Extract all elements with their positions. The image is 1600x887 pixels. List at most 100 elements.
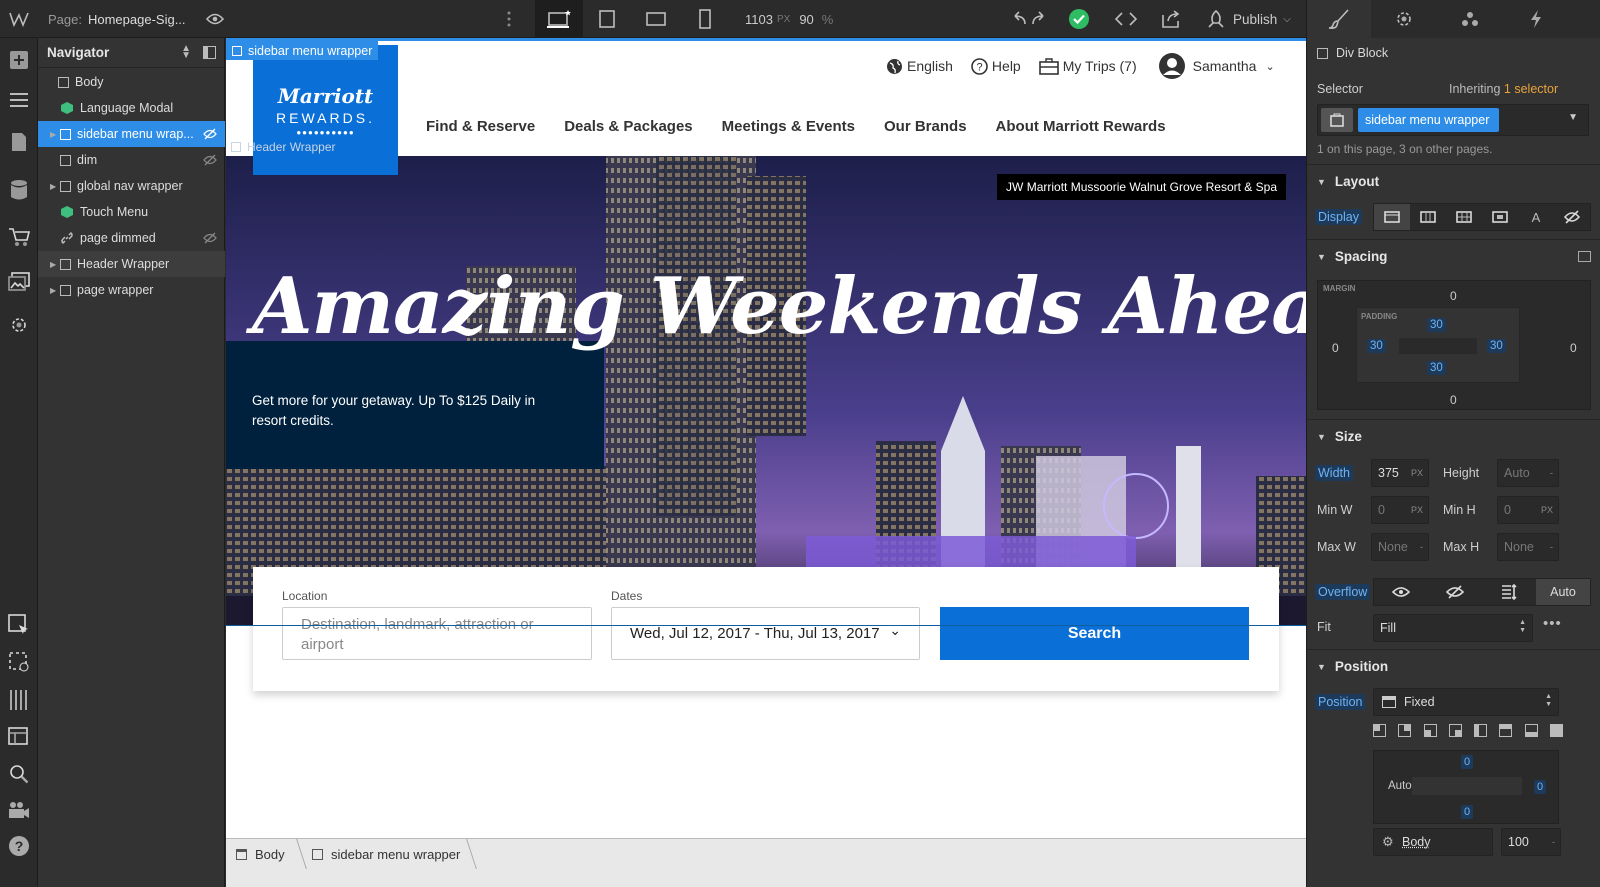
select-tool-icon[interactable]: [7, 613, 31, 637]
language-link[interactable]: English: [907, 58, 953, 74]
display-inline-icon[interactable]: A: [1518, 204, 1554, 230]
offset-top-value[interactable]: 0: [1461, 755, 1474, 769]
search-button[interactable]: Search: [940, 607, 1249, 660]
padding-top-value[interactable]: 30: [1427, 318, 1446, 332]
padding-left-value[interactable]: 30: [1367, 339, 1386, 353]
more-options-icon[interactable]: •••: [1543, 615, 1562, 632]
navigator-item[interactable]: ▶ sidebar menu wrap...: [38, 121, 225, 147]
overflow-hidden-icon[interactable]: [1428, 579, 1482, 605]
dock-panel-icon[interactable]: [203, 46, 216, 59]
breakpoint-tablet-icon[interactable]: [583, 0, 631, 38]
margin-top-value[interactable]: 0: [1450, 289, 1457, 303]
hidden-eye-icon[interactable]: [203, 127, 217, 141]
preview-eye-icon[interactable]: [198, 0, 232, 38]
offset-right-value[interactable]: 0: [1534, 780, 1547, 794]
ecommerce-cart-icon[interactable]: [7, 225, 31, 249]
expand-arrow-icon[interactable]: ▶: [50, 260, 60, 269]
margin-left-value[interactable]: 0: [1332, 341, 1339, 355]
navigator-item[interactable]: ▶ page wrapper: [38, 277, 225, 303]
publish-button[interactable]: Publish ⌵: [1198, 0, 1304, 38]
my-trips-link[interactable]: My Trips (7): [1063, 58, 1137, 74]
max-height-field[interactable]: None -: [1497, 533, 1559, 561]
zindex-field[interactable]: 100 -: [1501, 828, 1561, 856]
inheriting-count[interactable]: 1 selector: [1504, 82, 1558, 96]
style-brush-icon[interactable]: [1307, 0, 1371, 38]
expand-arrow-icon[interactable]: ▶: [50, 286, 60, 295]
position-preset-icon[interactable]: [1373, 724, 1386, 737]
position-preset-icon[interactable]: [1398, 724, 1412, 737]
navigator-item[interactable]: ▶ global nav wrapper: [38, 173, 225, 199]
display-block-icon[interactable]: [1374, 204, 1410, 230]
design-canvas[interactable]: English ? Help My Trips (7) Samantha ⌄ F…: [226, 38, 1306, 838]
breakpoint-desktop-icon[interactable]: [535, 0, 583, 38]
navigator-item[interactable]: Body: [38, 69, 225, 95]
share-icon[interactable]: [1150, 0, 1192, 38]
nav-about-rewards[interactable]: About Marriott Rewards: [996, 118, 1166, 135]
pages-icon[interactable]: [7, 130, 31, 154]
more-dots-icon[interactable]: [496, 0, 522, 38]
display-label[interactable]: Display: [1315, 209, 1362, 225]
min-height-field[interactable]: 0 PX: [1497, 496, 1559, 524]
hidden-eye-icon[interactable]: [203, 153, 217, 167]
position-preset-icon[interactable]: [1474, 724, 1488, 737]
overflow-visible-icon[interactable]: [1374, 579, 1428, 605]
position-select[interactable]: Fixed ▲ ▼: [1373, 688, 1559, 716]
selector-token[interactable]: sidebar menu wrapper: [1358, 108, 1499, 132]
preview-layout-icon[interactable]: [7, 726, 31, 750]
navigator-item[interactable]: page dimmed: [38, 225, 225, 251]
help-icon[interactable]: ?: [7, 834, 31, 858]
webflow-logo-icon[interactable]: [0, 0, 38, 38]
overflow-auto-button[interactable]: Auto: [1536, 579, 1590, 605]
navigator-item[interactable]: Language Modal: [38, 95, 225, 121]
selection-tag[interactable]: sidebar menu wrapper: [226, 41, 379, 60]
help-link[interactable]: Help: [992, 58, 1021, 74]
video-tutorials-icon[interactable]: [7, 798, 31, 822]
lightning-icon[interactable]: [1503, 0, 1569, 38]
position-preset-icon[interactable]: [1499, 724, 1513, 737]
breadcrumb-body[interactable]: Body: [236, 839, 285, 869]
settings-gear-icon[interactable]: [1371, 0, 1437, 38]
selector-dropdown-icon[interactable]: ▼: [1568, 112, 1578, 123]
account-link[interactable]: Samantha: [1193, 58, 1257, 74]
breakpoint-landscape-icon[interactable]: [631, 0, 681, 38]
breakpoint-phone-icon[interactable]: [681, 0, 729, 38]
navigator-item[interactable]: Touch Menu: [38, 199, 225, 225]
add-panel-icon[interactable]: [7, 48, 31, 72]
offset-bottom-value[interactable]: 0: [1461, 805, 1474, 819]
relative-to-field[interactable]: ⚙ Body: [1373, 828, 1493, 856]
selection-box-icon[interactable]: [7, 650, 31, 674]
position-section-header[interactable]: ▼ Position: [1307, 649, 1600, 683]
display-none-icon[interactable]: [1554, 204, 1590, 230]
display-inline-block-icon[interactable]: [1482, 204, 1518, 230]
padding-bottom-value[interactable]: 30: [1427, 361, 1446, 375]
overflow-scroll-icon[interactable]: [1482, 579, 1536, 605]
code-export-icon[interactable]: [1103, 0, 1149, 38]
position-preset-icon[interactable]: [1423, 724, 1437, 737]
nav-find-reserve[interactable]: Find & Reserve: [426, 118, 535, 135]
spacing-preset-icon[interactable]: [1578, 251, 1591, 262]
navigator-item[interactable]: ▶ Header Wrapper: [38, 251, 225, 277]
undo-redo-icon[interactable]: [1003, 0, 1055, 38]
logo-box[interactable]: Marriott REWARDS. ●●●●●●●●●●: [253, 45, 398, 175]
navigator-layers-icon[interactable]: [7, 88, 31, 112]
offset-left-value[interactable]: Auto: [1388, 780, 1412, 792]
spacing-section-header[interactable]: ▼ Spacing: [1307, 239, 1600, 273]
fit-select[interactable]: Fill ▲ ▼: [1373, 614, 1533, 642]
expand-arrow-icon[interactable]: ▶: [50, 182, 60, 191]
padding-right-value[interactable]: 30: [1487, 339, 1506, 353]
min-width-field[interactable]: 0 PX: [1371, 496, 1429, 524]
nav-deals-packages[interactable]: Deals & Packages: [564, 118, 692, 135]
cms-database-icon[interactable]: [7, 178, 31, 202]
hidden-eye-icon[interactable]: [203, 231, 217, 245]
navigator-item[interactable]: dim: [38, 147, 225, 173]
grid-guides-icon[interactable]: [7, 688, 31, 712]
dates-dropdown[interactable]: Wed, Jul 12, 2017 - Thu, Jul 13, 2017 ⌄: [611, 607, 920, 660]
expand-arrow-icon[interactable]: ▶: [50, 130, 60, 139]
display-flex-icon[interactable]: [1410, 204, 1446, 230]
position-preset-icon[interactable]: [1448, 724, 1462, 737]
search-icon[interactable]: [7, 762, 31, 786]
page-selector[interactable]: Page: Homepage-Sig...: [38, 0, 198, 38]
width-field[interactable]: 375 PX: [1371, 459, 1429, 487]
size-section-header[interactable]: ▼ Size: [1307, 419, 1600, 453]
nav-meetings-events[interactable]: Meetings & Events: [722, 118, 855, 135]
